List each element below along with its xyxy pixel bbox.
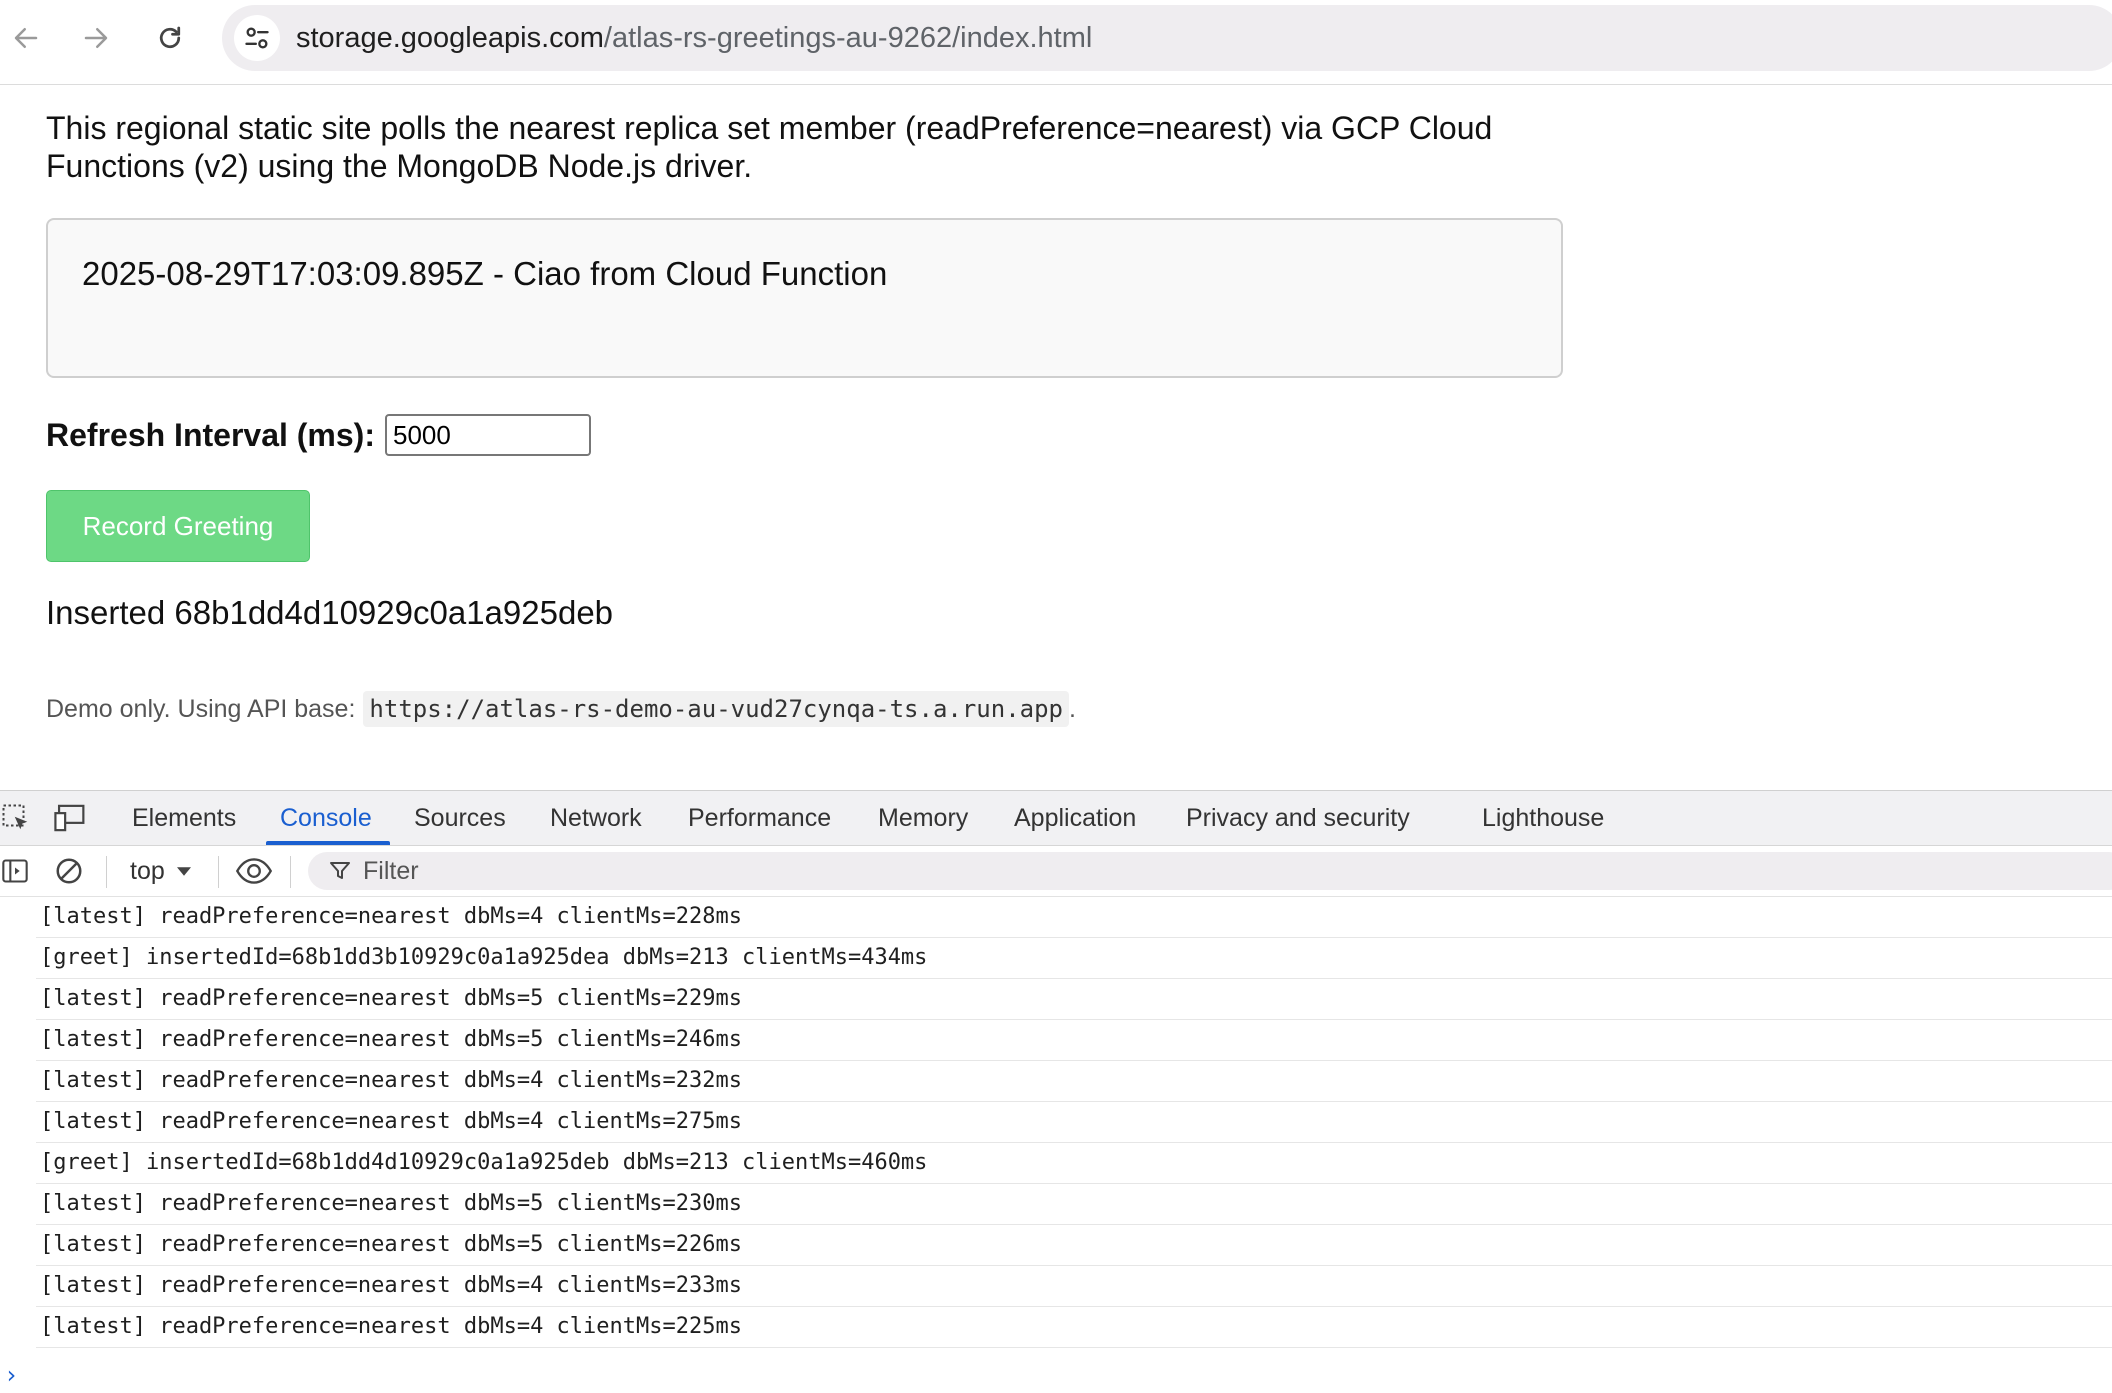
console-log-line: [latest] readPreference=nearest dbMs=4 c… (36, 1102, 2112, 1143)
toolbar-divider (218, 856, 219, 888)
console-log-line: [latest] readPreference=nearest dbMs=4 c… (36, 1266, 2112, 1307)
console-log-line: [latest] readPreference=nearest dbMs=4 c… (36, 897, 2112, 938)
arrow-left-icon (14, 28, 38, 48)
address-bar[interactable]: storage.googleapis.com/atlas-rs-greeting… (222, 5, 2112, 71)
browser-toolbar: storage.googleapis.com/atlas-rs-greeting… (0, 0, 2112, 85)
record-greeting-button[interactable]: Record Greeting (46, 490, 310, 562)
url-path: /atlas-rs-greetings-au-9262/index.html (603, 22, 1093, 54)
latest-greeting-box: 2025-08-29T17:03:09.895Z - Ciao from Clo… (46, 218, 1563, 378)
inserted-status: Inserted 68b1dd4d10929c0a1a925deb (46, 594, 614, 631)
demo-note: Demo only. Using API base: https://atlas-… (46, 691, 1076, 727)
devtools-tab-bar: Elements Console Sources Network Perform… (0, 791, 2112, 846)
url-text[interactable]: storage.googleapis.com/atlas-rs-greeting… (296, 22, 1092, 54)
tab-elements[interactable]: Elements (132, 791, 236, 845)
intro-text: This regional static site polls the near… (46, 110, 1493, 184)
arrow-right-icon (84, 28, 108, 48)
reload-icon (159, 26, 181, 49)
console-log-line: [latest] readPreference=nearest dbMs=5 c… (36, 1225, 2112, 1266)
site-settings-icon[interactable] (234, 15, 280, 61)
filter-icon (330, 862, 350, 879)
refresh-interval-input[interactable] (384, 414, 591, 456)
refresh-interval-row: Refresh Interval (ms): (46, 413, 591, 457)
reload-button[interactable] (146, 18, 194, 58)
console-messages: [latest] readPreference=nearest dbMs=4 c… (0, 897, 2112, 1348)
console-log-line: [greet] insertedId=68b1dd4d10929c0a1a925… (36, 1143, 2112, 1184)
toolbar-divider (290, 856, 291, 888)
inspect-element-icon[interactable] (0, 803, 32, 833)
latest-greeting-text: 2025-08-29T17:03:09.895Z - Ciao from Clo… (82, 255, 888, 292)
devtools-panel: Elements Console Sources Network Perform… (0, 790, 2112, 1393)
clear-console-icon[interactable] (52, 856, 86, 886)
console-log-line: [latest] readPreference=nearest dbMs=5 c… (36, 979, 2112, 1020)
device-toolbar-icon[interactable] (52, 803, 88, 833)
show-sidebar-icon[interactable] (0, 856, 30, 886)
js-context-label: top (130, 857, 165, 885)
console-prompt-icon[interactable]: › (4, 1361, 18, 1389)
console-log-line: [latest] readPreference=nearest dbMs=4 c… (36, 1307, 2112, 1348)
filter-placeholder: Filter (363, 857, 419, 885)
js-context-selector[interactable]: top (130, 846, 191, 896)
demo-note-prefix: Demo only. Using API base: (46, 695, 356, 723)
tab-network[interactable]: Network (550, 791, 642, 845)
console-log-line: [latest] readPreference=nearest dbMs=5 c… (36, 1020, 2112, 1061)
tab-lighthouse[interactable]: Lighthouse (1482, 791, 1604, 845)
dropdown-arrow-icon (176, 866, 191, 876)
refresh-interval-label: Refresh Interval (ms): (46, 416, 375, 453)
demo-note-suffix: . (1068, 695, 1076, 723)
tab-application[interactable]: Application (1014, 791, 1136, 845)
tab-privacy-and-security[interactable]: Privacy and security (1186, 791, 1410, 845)
console-toolbar: top Filter (0, 846, 2112, 897)
toolbar-divider (106, 856, 107, 888)
console-log-line: [latest] readPreference=nearest dbMs=4 c… (36, 1061, 2112, 1102)
tab-performance[interactable]: Performance (688, 791, 831, 845)
tab-memory[interactable]: Memory (878, 791, 968, 845)
console-filter-input[interactable]: Filter (308, 852, 2112, 890)
url-host: storage.googleapis.com (296, 22, 604, 54)
live-expression-eye-icon[interactable] (234, 856, 274, 886)
console-log-line: [greet] insertedId=68b1dd3b10929c0a1a925… (36, 938, 2112, 979)
tab-console[interactable]: Console (266, 791, 390, 845)
api-base-code: https://atlas-rs-demo-au-vud27cynqa-ts.a… (363, 691, 1069, 727)
console-log-line: [latest] readPreference=nearest dbMs=5 c… (36, 1184, 2112, 1225)
back-button[interactable] (2, 18, 50, 58)
page-content: This regional static site polls the near… (0, 85, 2112, 790)
tab-sources[interactable]: Sources (414, 791, 506, 845)
forward-button[interactable] (72, 18, 120, 58)
